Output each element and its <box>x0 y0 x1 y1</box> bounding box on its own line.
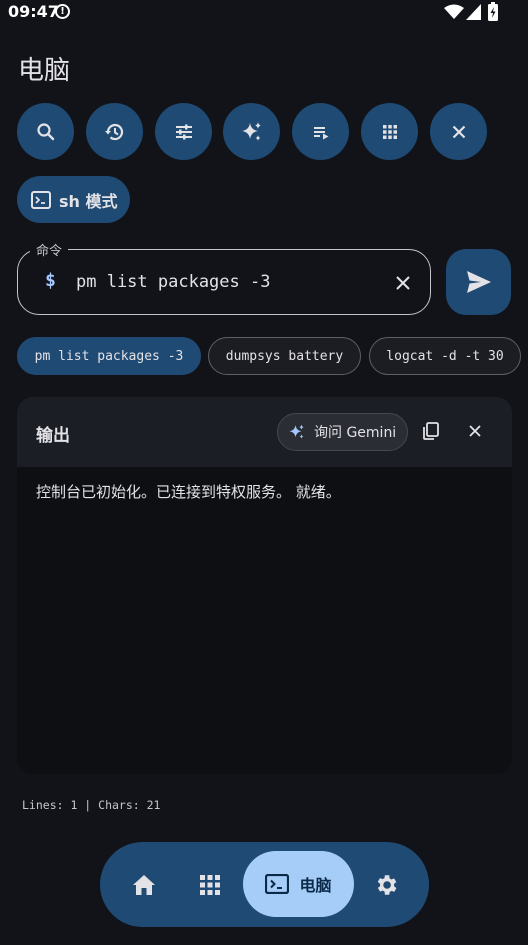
close-button[interactable] <box>430 103 487 160</box>
signal-icon <box>466 4 481 20</box>
nav-settings[interactable] <box>370 842 402 927</box>
playlist-button[interactable] <box>292 103 349 160</box>
suggestion-chip[interactable]: logcat -d -t 30 <box>369 337 521 375</box>
suggestion-chip[interactable]: pm list packages -3 <box>17 337 201 375</box>
search-icon <box>36 122 54 140</box>
nav-computer-label: 电脑 <box>299 876 332 895</box>
send-button[interactable] <box>446 249 511 315</box>
copy-icon[interactable] <box>421 421 441 441</box>
shell-mode-chip[interactable]: sh 模式 <box>17 176 130 223</box>
gear-icon <box>377 874 397 895</box>
wifi-icon <box>444 4 464 19</box>
clear-output-icon[interactable] <box>465 421 485 441</box>
ask-gemini-button[interactable]: 询问 Gemini <box>277 413 408 451</box>
nav-apps[interactable] <box>194 842 226 927</box>
nav-home[interactable] <box>128 842 160 927</box>
terminal-icon <box>31 190 51 209</box>
history-button[interactable] <box>86 103 143 160</box>
status-bar: 09:47 ! <box>0 0 528 26</box>
terminal-icon <box>265 874 290 894</box>
clear-command-icon[interactable] <box>392 272 414 294</box>
shell-mode-label: sh 模式 <box>59 191 118 211</box>
command-field-label: 命令 <box>30 240 69 259</box>
command-input[interactable] <box>76 268 376 296</box>
output-header: 输出 询问 Gemini <box>17 397 512 467</box>
output-text: 控制台已初始化。已连接到特权服务。 就绪。 <box>36 483 341 501</box>
output-title: 输出 <box>36 426 70 446</box>
bottom-nav: 电脑 <box>100 842 429 927</box>
info-icon: ! <box>55 4 70 19</box>
sparkle-icon <box>289 424 304 439</box>
sparkle-icon <box>241 121 261 141</box>
apps-grid-icon <box>200 874 220 895</box>
apps-grid-icon <box>382 124 397 139</box>
playlist-icon <box>313 126 328 139</box>
output-stats: Lines: 1 | Chars: 21 <box>22 798 161 812</box>
apps-grid-button[interactable] <box>361 103 418 160</box>
send-icon <box>466 271 491 293</box>
close-icon <box>452 125 465 138</box>
nav-computer[interactable]: 电脑 <box>243 851 354 917</box>
history-icon <box>104 123 123 140</box>
home-icon <box>133 874 155 895</box>
status-time: 09:47 <box>8 2 59 21</box>
ask-gemini-label: 询问 Gemini <box>314 425 397 441</box>
page-title: 电脑 <box>18 56 71 86</box>
suggestion-chip[interactable]: dumpsys battery <box>208 337 361 375</box>
search-button[interactable] <box>17 103 74 160</box>
output-panel: 输出 询问 Gemini 控制台已初始化。已连接到特权服务。 就绪。 <box>17 397 512 774</box>
tune-icon <box>175 124 192 139</box>
ai-sparkle-button[interactable] <box>223 103 280 160</box>
battery-charging-icon <box>488 2 498 21</box>
shell-prompt-symbol: $ <box>45 270 56 291</box>
tune-button[interactable] <box>155 103 212 160</box>
